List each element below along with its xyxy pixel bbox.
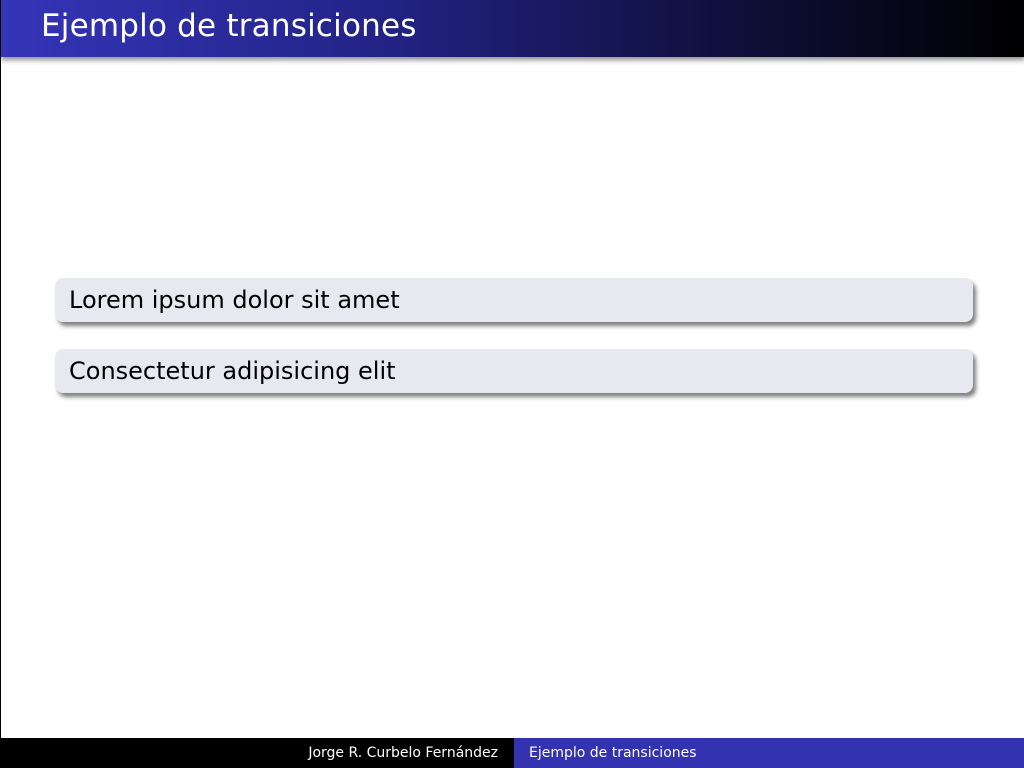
footline: Jorge R. Curbelo Fernández Ejemplo de tr… <box>1 738 1024 768</box>
footer-author: Jorge R. Curbelo Fernández <box>308 745 498 761</box>
content-blocks: Lorem ipsum dolor sit amet Consectetur a… <box>55 278 973 420</box>
frame-title: Ejemplo de transiciones <box>41 8 417 44</box>
frame-title-bar: Ejemplo de transiciones <box>1 0 1024 57</box>
footer-title: Ejemplo de transiciones <box>529 745 697 761</box>
content-block-1-text: Lorem ipsum dolor sit amet <box>69 286 400 314</box>
footer-author-box: Jorge R. Curbelo Fernández <box>1 738 514 768</box>
content-block-2-text: Consectetur adipisicing elit <box>69 357 396 385</box>
content-block-2: Consectetur adipisicing elit <box>55 349 973 393</box>
footer-title-box: Ejemplo de transiciones <box>514 738 1024 768</box>
slide: Ejemplo de transiciones Lorem ipsum dolo… <box>0 0 1024 768</box>
content-block-1: Lorem ipsum dolor sit amet <box>55 278 973 322</box>
